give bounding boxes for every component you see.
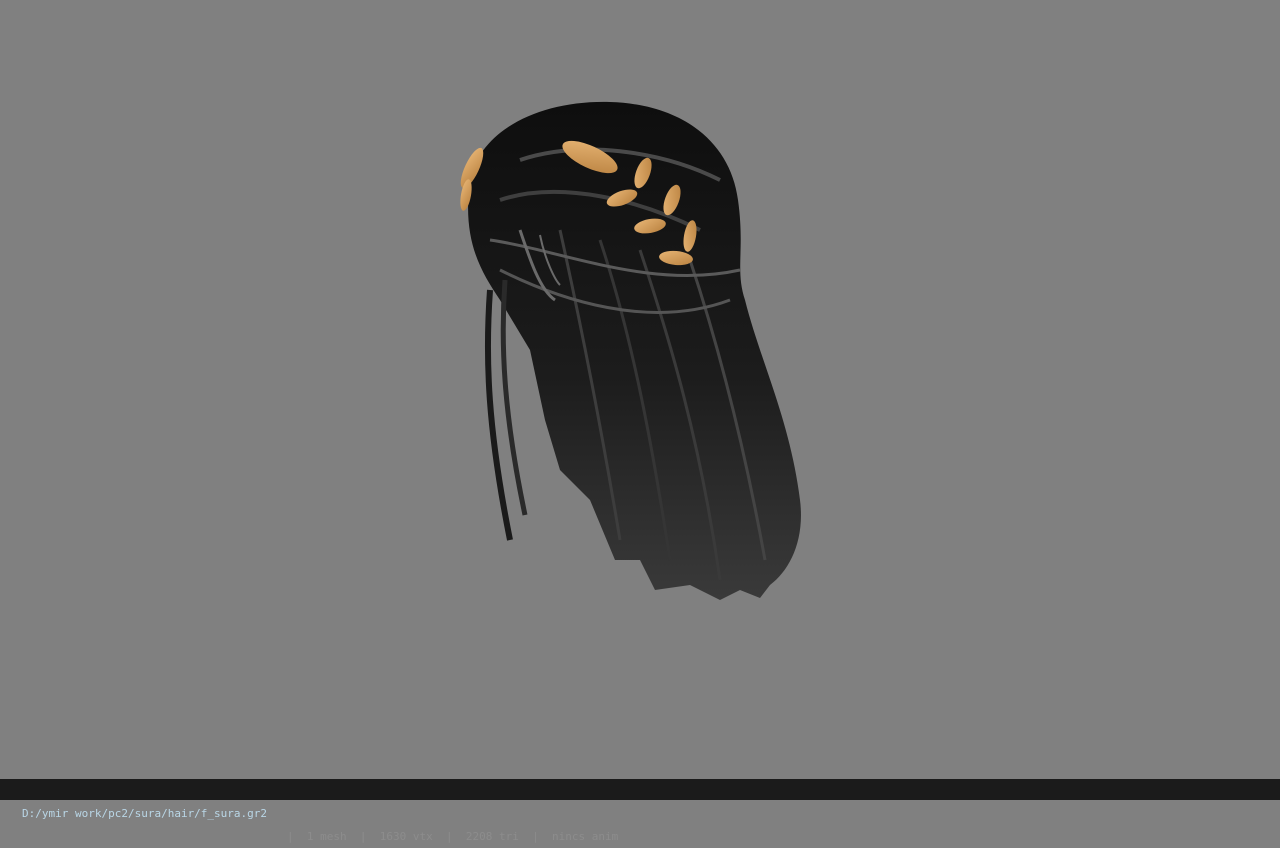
separator: | xyxy=(287,830,294,843)
mesh-stats: | 1 mesh | 1630 vtx | 2208 tri | nincs a… xyxy=(287,825,618,848)
file-path: D:/ymir work/pc2/sura/hair/f_sura.gr2 xyxy=(22,807,268,820)
vertex-count: 1630 vtx xyxy=(379,830,433,843)
separator: | xyxy=(359,830,367,843)
separator: | xyxy=(445,830,453,843)
model-render xyxy=(460,101,801,600)
3d-viewport[interactable] xyxy=(0,0,1280,779)
triangle-count: 2208 tri xyxy=(465,830,519,843)
anim-status: nincs anim xyxy=(551,830,619,843)
mesh-count: 1 mesh xyxy=(306,830,347,843)
separator: | xyxy=(532,830,539,843)
hair-mesh xyxy=(468,101,801,600)
status-bar: D:/ymir work/pc2/sura/hair/f_sura.gr2 | … xyxy=(0,779,1280,843)
